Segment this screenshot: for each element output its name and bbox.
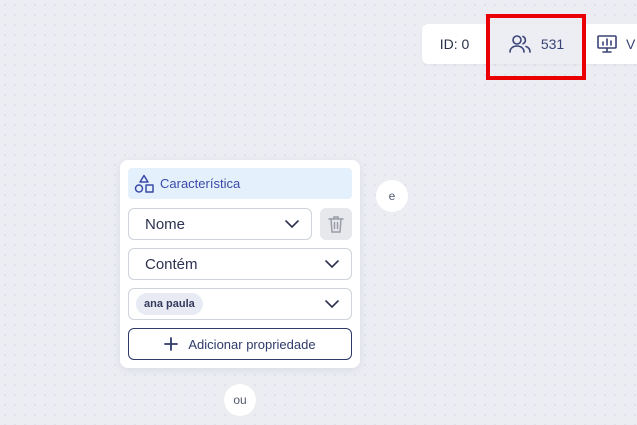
card-header-label: Característica bbox=[160, 176, 241, 191]
add-property-button[interactable]: Adicionar propriedade bbox=[128, 328, 352, 360]
and-connector-label: e bbox=[388, 189, 396, 203]
id-display: ID: 0 bbox=[422, 24, 487, 64]
operator-select[interactable]: Contém bbox=[128, 248, 352, 280]
presentation-button[interactable]: V bbox=[586, 24, 637, 64]
or-connector[interactable]: ou bbox=[224, 384, 256, 416]
operator-select-value: Contém bbox=[145, 255, 198, 273]
shapes-icon bbox=[134, 174, 154, 194]
chevron-down-icon bbox=[285, 220, 299, 228]
audience-count-button[interactable]: 531 bbox=[487, 24, 586, 64]
or-connector-label: ou bbox=[233, 393, 247, 407]
card-header: Característica bbox=[128, 168, 352, 199]
users-icon bbox=[509, 34, 531, 54]
add-property-label: Adicionar propriedade bbox=[188, 336, 316, 352]
property-select[interactable]: Nome bbox=[128, 208, 312, 240]
top-toolbar: ID: 0 531 V bbox=[422, 24, 637, 64]
delete-button[interactable] bbox=[320, 208, 352, 240]
plus-icon bbox=[164, 337, 179, 351]
id-label: ID: 0 bbox=[439, 36, 470, 52]
and-connector[interactable]: e bbox=[376, 180, 408, 212]
presentation-label: V bbox=[626, 36, 636, 52]
trash-icon bbox=[328, 215, 344, 233]
chevron-down-icon bbox=[325, 260, 339, 268]
presentation-icon bbox=[596, 34, 618, 54]
value-chip[interactable]: ana paula bbox=[136, 293, 203, 315]
audience-count: 531 bbox=[540, 36, 565, 52]
filter-card: Característica Nome Contém ana paula Adi… bbox=[120, 160, 360, 368]
chevron-down-icon bbox=[325, 300, 339, 308]
value-select[interactable]: ana paula bbox=[128, 288, 352, 320]
property-select-value: Nome bbox=[145, 215, 186, 233]
